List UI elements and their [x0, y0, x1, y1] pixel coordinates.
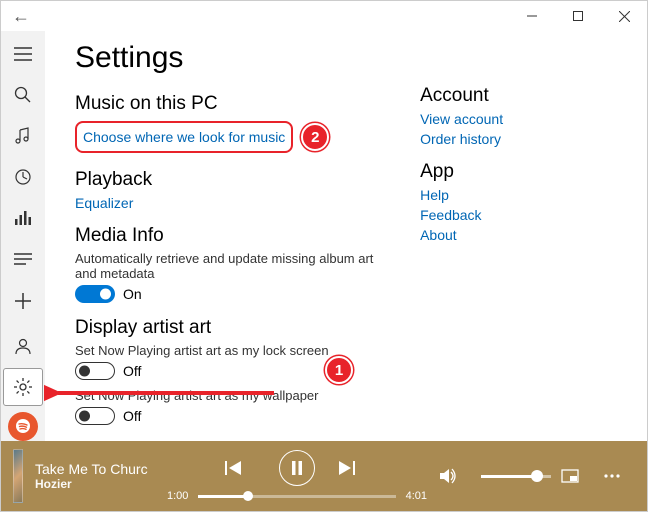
- app-window: ←: [0, 0, 648, 512]
- duration-time: 4:01: [406, 490, 427, 502]
- view-account-link[interactable]: View account: [420, 111, 617, 127]
- more-button[interactable]: [603, 473, 635, 479]
- wallpaper-desc: Set Now Playing artist art as my wallpap…: [75, 388, 390, 403]
- app-body: Settings Music on this PC Choose where w…: [1, 31, 647, 441]
- titlebar: ←: [1, 1, 647, 31]
- media-info-desc: Automatically retrieve and update missin…: [75, 251, 390, 281]
- page-title: Settings: [75, 41, 390, 75]
- media-toggle-label: On: [123, 286, 142, 302]
- album-art[interactable]: [13, 449, 23, 503]
- previous-button[interactable]: [225, 460, 257, 476]
- search-button[interactable]: [3, 76, 43, 113]
- wallpaper-toggle[interactable]: [75, 407, 115, 425]
- account-button[interactable]: [3, 327, 43, 364]
- track-info: Take Me To Churc Hozier: [35, 461, 155, 491]
- callout-badge-2: 2: [301, 123, 329, 151]
- my-music-button[interactable]: [3, 117, 43, 154]
- maximize-button[interactable]: [555, 1, 601, 31]
- app-heading: App: [420, 161, 617, 183]
- track-title: Take Me To Churc: [35, 461, 155, 477]
- media-info-heading: Media Info: [75, 225, 390, 247]
- callout-badge-1: 1: [325, 356, 353, 384]
- add-button[interactable]: [3, 282, 43, 319]
- minimize-button[interactable]: [509, 1, 555, 31]
- account-heading: Account: [420, 85, 617, 107]
- elapsed-time: 1:00: [167, 490, 188, 502]
- volume-slider[interactable]: [481, 475, 551, 478]
- sidebar: [1, 31, 45, 441]
- track-artist: Hozier: [35, 477, 155, 491]
- feedback-link[interactable]: Feedback: [420, 207, 617, 223]
- playback-controls: 1:00 4:01: [167, 450, 427, 502]
- hamburger-button[interactable]: [3, 35, 43, 72]
- gear-icon: [14, 378, 32, 396]
- next-button[interactable]: [337, 460, 369, 476]
- about-link[interactable]: About: [420, 227, 617, 243]
- playback-heading: Playback: [75, 169, 390, 191]
- media-info-toggle[interactable]: [75, 285, 115, 303]
- play-pause-button[interactable]: [279, 450, 315, 486]
- close-button[interactable]: [601, 1, 647, 31]
- volume-button[interactable]: [439, 468, 471, 484]
- order-history-link[interactable]: Order history: [420, 131, 617, 147]
- settings-column: Settings Music on this PC Choose where w…: [75, 41, 390, 431]
- choose-music-folders-link[interactable]: Choose where we look for music: [83, 129, 285, 145]
- player-right-controls: [439, 468, 635, 484]
- lock-toggle-label: Off: [123, 363, 141, 379]
- playlists-button[interactable]: [3, 241, 43, 278]
- artist-art-heading: Display artist art: [75, 317, 390, 339]
- progress-slider[interactable]: [198, 495, 395, 498]
- lock-screen-toggle[interactable]: [75, 362, 115, 380]
- miniplayer-button[interactable]: [561, 469, 593, 483]
- back-button[interactable]: ←: [1, 1, 41, 31]
- music-heading: Music on this PC: [75, 93, 390, 115]
- now-playing-button[interactable]: [3, 200, 43, 237]
- main-content: Settings Music on this PC Choose where w…: [45, 31, 647, 441]
- right-column: Account View account Order history App H…: [390, 41, 617, 431]
- equalizer-link[interactable]: Equalizer: [75, 195, 390, 211]
- callout-box-2: Choose where we look for music: [75, 121, 293, 153]
- recent-button[interactable]: [3, 159, 43, 196]
- help-link[interactable]: Help: [420, 187, 617, 203]
- spotify-button[interactable]: [8, 412, 38, 441]
- settings-button[interactable]: [3, 368, 43, 405]
- wallpaper-toggle-label: Off: [123, 408, 141, 424]
- now-playing-bar: Take Me To Churc Hozier 1:00 4:: [1, 441, 647, 511]
